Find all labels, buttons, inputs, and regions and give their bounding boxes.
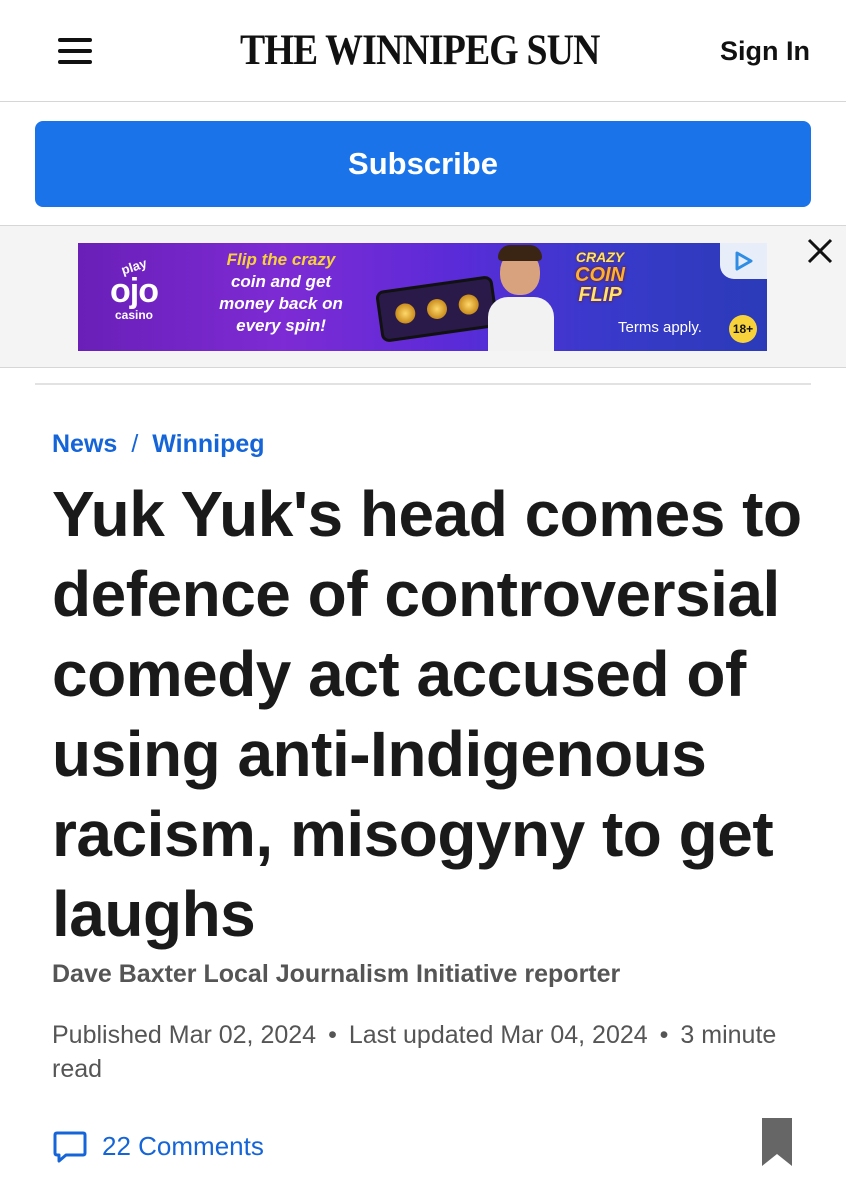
breadcrumb-news[interactable]: News xyxy=(52,430,117,458)
menu-line xyxy=(58,49,92,53)
ad-tagline-line: money back on xyxy=(219,294,343,313)
coin-icon xyxy=(457,293,480,316)
age-badge: 18+ xyxy=(729,315,757,343)
site-logo[interactable]: THE WINNIPEG SUN xyxy=(240,26,600,76)
menu-line xyxy=(58,38,92,42)
subscribe-section: Subscribe xyxy=(0,102,846,226)
coin-icon xyxy=(425,297,449,321)
game-logo-line: CRAZY xyxy=(575,249,625,265)
ad-brand-bottom: casino xyxy=(114,308,153,322)
subscribe-button[interactable]: Subscribe xyxy=(35,121,811,207)
menu-line xyxy=(58,60,92,64)
ad-game-logo: CRAZY COIN FLIP xyxy=(548,249,652,321)
breadcrumb: News / Winnipeg xyxy=(52,430,265,459)
ad-banner[interactable]: play ojo casino Flip the crazy coin and … xyxy=(78,243,767,351)
updated-date: Last updated Mar 04, 2024 xyxy=(348,1021,648,1049)
meta-separator: • xyxy=(328,1021,337,1049)
ad-person-image xyxy=(488,245,554,351)
game-logo-line: FLIP xyxy=(578,284,622,306)
divider xyxy=(35,383,811,385)
ad-choices-icon[interactable] xyxy=(720,243,767,279)
article-headline: Yuk Yuk's head comes to defence of contr… xyxy=(52,478,802,950)
sign-in-link[interactable]: Sign In xyxy=(720,36,810,67)
top-bar: THE WINNIPEG SUN Sign In xyxy=(0,0,846,102)
ad-tagline-line: every spin! xyxy=(236,316,326,335)
breadcrumb-winnipeg[interactable]: Winnipeg xyxy=(152,430,264,458)
ad-tagline-line: coin and get xyxy=(230,272,332,291)
ad-tagline-line: Flip the crazy xyxy=(226,250,336,269)
coin-icon xyxy=(394,302,417,325)
casino-logo: play ojo casino xyxy=(96,255,172,337)
article-meta: Published Mar 02, 2024 • Last updated Mar … xyxy=(52,1018,792,1086)
ad-section: play ojo casino Flip the crazy coin and … xyxy=(0,226,846,368)
game-logo-line: COIN xyxy=(575,264,625,286)
bookmark-icon[interactable] xyxy=(760,1116,794,1168)
close-icon[interactable] xyxy=(805,236,835,266)
breadcrumb-separator: / xyxy=(131,430,139,458)
comment-bubble-icon xyxy=(53,1131,87,1163)
comments-label: 22 Comments xyxy=(102,1130,264,1161)
comments-link[interactable]: 22 Comments xyxy=(52,1128,264,1164)
person-hair xyxy=(498,245,542,261)
ad-tagline: Flip the crazy coin and get money back o… xyxy=(206,249,356,337)
person-body xyxy=(488,297,554,351)
hamburger-menu-icon[interactable] xyxy=(58,38,92,64)
published-date: Published Mar 02, 2024 xyxy=(52,1021,317,1049)
article-byline[interactable]: Dave Baxter Local Journalism Initiative … xyxy=(52,960,620,989)
ad-terms: Terms apply. xyxy=(618,319,702,336)
meta-separator: • xyxy=(659,1021,669,1049)
ad-choices-glyph xyxy=(735,251,752,271)
ad-phone-image xyxy=(374,275,500,343)
